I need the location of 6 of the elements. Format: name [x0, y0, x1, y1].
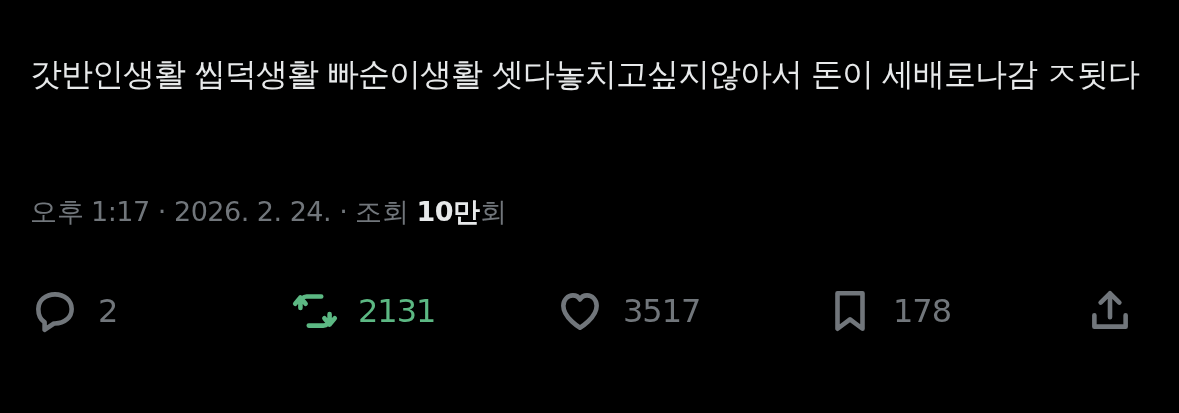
- repost-button[interactable]: 2131: [290, 286, 436, 336]
- like-button[interactable]: 3517: [555, 286, 701, 336]
- post-text: 갓반인생활 씹덕생활 빠순이생활 셋다놓치고싶지않아서 돈이 세배로나감 ㅈ됫다: [30, 54, 1140, 95]
- post-meta: 오후 1:17 · 2026. 2. 24. · 조회 10만회: [30, 195, 507, 229]
- bookmark-button[interactable]: 178: [825, 286, 952, 336]
- reply-button[interactable]: 2: [30, 286, 118, 336]
